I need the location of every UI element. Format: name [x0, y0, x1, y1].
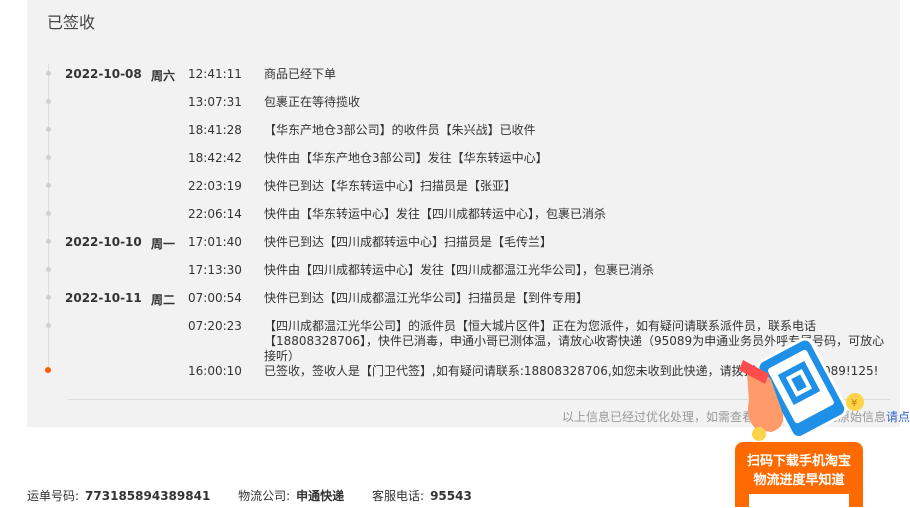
event-row: 22:06:14 快件由【华东转运中心】发往【四川成都转运中心】，包裹已消杀	[0, 207, 900, 227]
event-row: 2022-10-11 周二 07:00:54 快件已到达【四川成都温江光华公司】扫描员…	[0, 291, 900, 311]
waybill-label: 运单号码:	[27, 489, 80, 503]
event-weekday: 周六	[151, 69, 176, 83]
promo-line-2: 物流进度早知道	[753, 473, 845, 488]
event-weekday: 周二	[151, 293, 176, 307]
timeline-dot	[46, 127, 51, 132]
waybill-number: 773185894389841	[85, 489, 211, 503]
phone-hand-icon: ¥	[739, 337, 864, 441]
timeline-dot	[46, 295, 51, 300]
event-weekday: 周一	[151, 237, 176, 251]
carrier-label: 物流公司:	[238, 489, 291, 503]
promo-line-1: 扫码下载手机淘宝	[746, 454, 851, 469]
timeline-dot	[46, 239, 51, 244]
event-time: 12:41:11	[188, 67, 242, 81]
event-row: 2022-10-08 周六 12:41:11 商品已经下单	[0, 67, 900, 87]
event-message: 快件已到达【四川成都温江光华公司】扫描员是【到件专用】	[264, 291, 589, 305]
event-message: 快件由【华东转运中心】发往【四川成都转运中心】，包裹已消杀	[264, 207, 607, 221]
event-time: 17:13:30	[188, 263, 242, 277]
taobao-app-promo[interactable]: ¥ 扫码下载手机淘宝 物流进度早知道	[735, 330, 865, 508]
event-row: 18:42:42 快件由【华东产地仓3部公司】发往【华东转运中心】	[0, 151, 900, 171]
event-date: 2022-10-10	[65, 235, 142, 249]
view-original-link[interactable]: 请点击	[886, 410, 910, 424]
service-label: 客服电话:	[372, 489, 425, 503]
event-message: 商品已经下单	[264, 67, 337, 81]
shipment-info: 运单号码: 773185894389841 物流公司: 申通快递 客服电话: 9554…	[27, 487, 496, 504]
timeline-dot	[46, 99, 51, 104]
event-time: 22:03:19	[188, 179, 242, 193]
timeline-dot	[46, 211, 51, 216]
event-time: 13:07:31	[188, 95, 242, 109]
carrier-name: 申通快递	[296, 489, 345, 503]
event-time: 17:01:40	[188, 235, 242, 249]
event-row: 13:07:31 包裹正在等待揽收	[0, 95, 900, 115]
event-time: 18:42:42	[188, 151, 242, 165]
event-row: 22:03:19 快件已到达【华东转运中心】扫描员是【张亚】	[0, 179, 900, 199]
event-row: 18:41:28 【华东产地仓3部公司】的收件员【朱兴战】已收件	[0, 123, 900, 143]
event-row: 2022-10-10 周一 17:01:40 快件已到达【四川成都转运中心】扫描员是【…	[0, 235, 900, 255]
event-message: 快件由【华东产地仓3部公司】发往【华东转运中心】	[264, 151, 548, 165]
timeline-dot	[46, 267, 51, 272]
event-message: 快件由【四川成都转运中心】发往【四川成都温江光华公司】，包裹已消杀	[264, 263, 655, 277]
service-phone: 95543	[430, 489, 472, 503]
event-time: 07:20:23	[188, 319, 242, 333]
qr-code-icon	[749, 494, 849, 508]
event-time: 18:41:28	[188, 123, 242, 137]
timeline-dot	[46, 71, 51, 76]
event-time: 16:00:10	[188, 364, 242, 378]
event-message: 快件已到达【华东转运中心】扫描员是【张亚】	[264, 179, 517, 193]
event-date: 2022-10-11	[65, 291, 142, 305]
timeline-dot	[46, 183, 51, 188]
event-time: 22:06:14	[188, 207, 242, 221]
event-time: 07:00:54	[188, 291, 242, 305]
event-message: 快件已到达【四川成都转运中心】扫描员是【毛传兰】	[264, 235, 553, 249]
event-message: 【华东产地仓3部公司】的收件员【朱兴战】已收件	[264, 123, 536, 137]
promo-banner[interactable]: 扫码下载手机淘宝 物流进度早知道	[735, 442, 863, 508]
timeline-dot	[46, 155, 51, 160]
timeline-dot	[46, 323, 51, 328]
event-row: 17:13:30 快件由【四川成都转运中心】发往【四川成都温江光华公司】，包裹已消…	[0, 263, 900, 283]
status-title: 已签收	[47, 13, 96, 32]
svg-text:¥: ¥	[851, 398, 857, 409]
event-date: 2022-10-08	[65, 67, 142, 81]
timeline-dot-current	[45, 367, 51, 373]
event-message: 包裹正在等待揽收	[264, 95, 361, 109]
